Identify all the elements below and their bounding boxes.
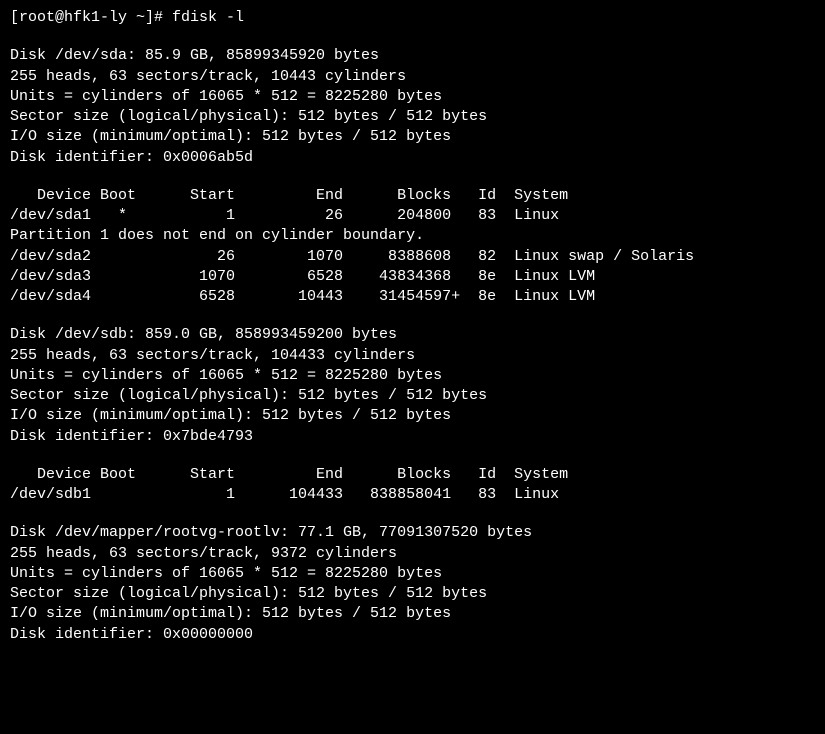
sda-io-size: I/O size (minimum/optimal): 512 bytes / …	[10, 127, 815, 147]
rootlv-header: Disk /dev/mapper/rootvg-rootlv: 77.1 GB,…	[10, 523, 815, 543]
table-row: /dev/sda1 * 1 26 204800 83 Linux	[10, 206, 815, 226]
sdb-table-header: Device Boot Start End Blocks Id System	[10, 465, 815, 485]
rootlv-geometry: 255 heads, 63 sectors/track, 9372 cylind…	[10, 544, 815, 564]
command-prompt: [root@hfk1-ly ~]# fdisk -l	[10, 8, 815, 28]
sda-table-header: Device Boot Start End Blocks Id System	[10, 186, 815, 206]
partition-note: Partition 1 does not end on cylinder bou…	[10, 226, 815, 246]
sdb-geometry: 255 heads, 63 sectors/track, 104433 cyli…	[10, 346, 815, 366]
blank-line	[10, 447, 815, 465]
sdb-io-size: I/O size (minimum/optimal): 512 bytes / …	[10, 406, 815, 426]
table-row: /dev/sda2 26 1070 8388608 82 Linux swap …	[10, 247, 815, 267]
blank-line	[10, 307, 815, 325]
sda-disk-id: Disk identifier: 0x0006ab5d	[10, 148, 815, 168]
blank-line	[10, 28, 815, 46]
sdb-sector-size: Sector size (logical/physical): 512 byte…	[10, 386, 815, 406]
table-row: /dev/sda3 1070 6528 43834368 8e Linux LV…	[10, 267, 815, 287]
sda-units: Units = cylinders of 16065 * 512 = 82252…	[10, 87, 815, 107]
rootlv-sector-size: Sector size (logical/physical): 512 byte…	[10, 584, 815, 604]
sdb-header: Disk /dev/sdb: 859.0 GB, 858993459200 by…	[10, 325, 815, 345]
blank-line	[10, 505, 815, 523]
rootlv-io-size: I/O size (minimum/optimal): 512 bytes / …	[10, 604, 815, 624]
table-row: /dev/sdb1 1 104433 838858041 83 Linux	[10, 485, 815, 505]
rootlv-units: Units = cylinders of 16065 * 512 = 82252…	[10, 564, 815, 584]
blank-line	[10, 168, 815, 186]
table-row: /dev/sda4 6528 10443 31454597+ 8e Linux …	[10, 287, 815, 307]
rootlv-disk-id: Disk identifier: 0x00000000	[10, 625, 815, 645]
sdb-units: Units = cylinders of 16065 * 512 = 82252…	[10, 366, 815, 386]
sdb-disk-id: Disk identifier: 0x7bde4793	[10, 427, 815, 447]
sda-header: Disk /dev/sda: 85.9 GB, 85899345920 byte…	[10, 46, 815, 66]
sda-sector-size: Sector size (logical/physical): 512 byte…	[10, 107, 815, 127]
sda-geometry: 255 heads, 63 sectors/track, 10443 cylin…	[10, 67, 815, 87]
